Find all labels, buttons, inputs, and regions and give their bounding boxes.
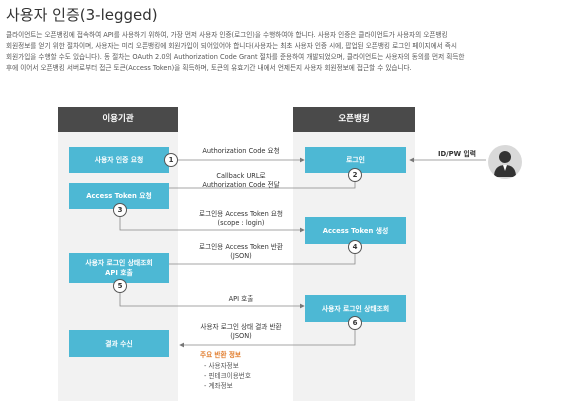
step-badge-5: 5: [113, 279, 127, 293]
user-avatar-icon: [488, 145, 522, 179]
return-info-item: - 계좌정보: [204, 382, 233, 390]
message-5: API 호출: [228, 295, 254, 303]
step-badge-6: 6: [348, 316, 362, 330]
step-badge-4: 4: [348, 240, 362, 254]
box-user-auth-request: 사용자 인증 요청: [69, 147, 169, 173]
return-info-title: 주요 반환 정보: [200, 351, 241, 359]
step-badge-1: 1: [164, 153, 178, 167]
return-info-item: - 핀테크이용번호: [204, 372, 251, 380]
message-3: 로그인용 Access Token 요청 (scope : login): [198, 210, 284, 227]
message-4: 로그인용 Access Token 반환 (JSON): [198, 243, 284, 260]
return-info-item: - 사용자정보: [204, 362, 239, 370]
box-result-receive: 결과 수신: [69, 330, 169, 357]
user-input-label: ID/PW 입력: [438, 150, 477, 158]
step-badge-2: 2: [348, 168, 362, 182]
message-1: Authorization Code 요청: [202, 147, 280, 155]
message-6: 사용자 로그인 상태 결과 반환 (JSON): [200, 323, 282, 340]
message-2: Callback URL로 Authorization Code 전달: [202, 172, 280, 189]
step-badge-3: 3: [113, 203, 127, 217]
